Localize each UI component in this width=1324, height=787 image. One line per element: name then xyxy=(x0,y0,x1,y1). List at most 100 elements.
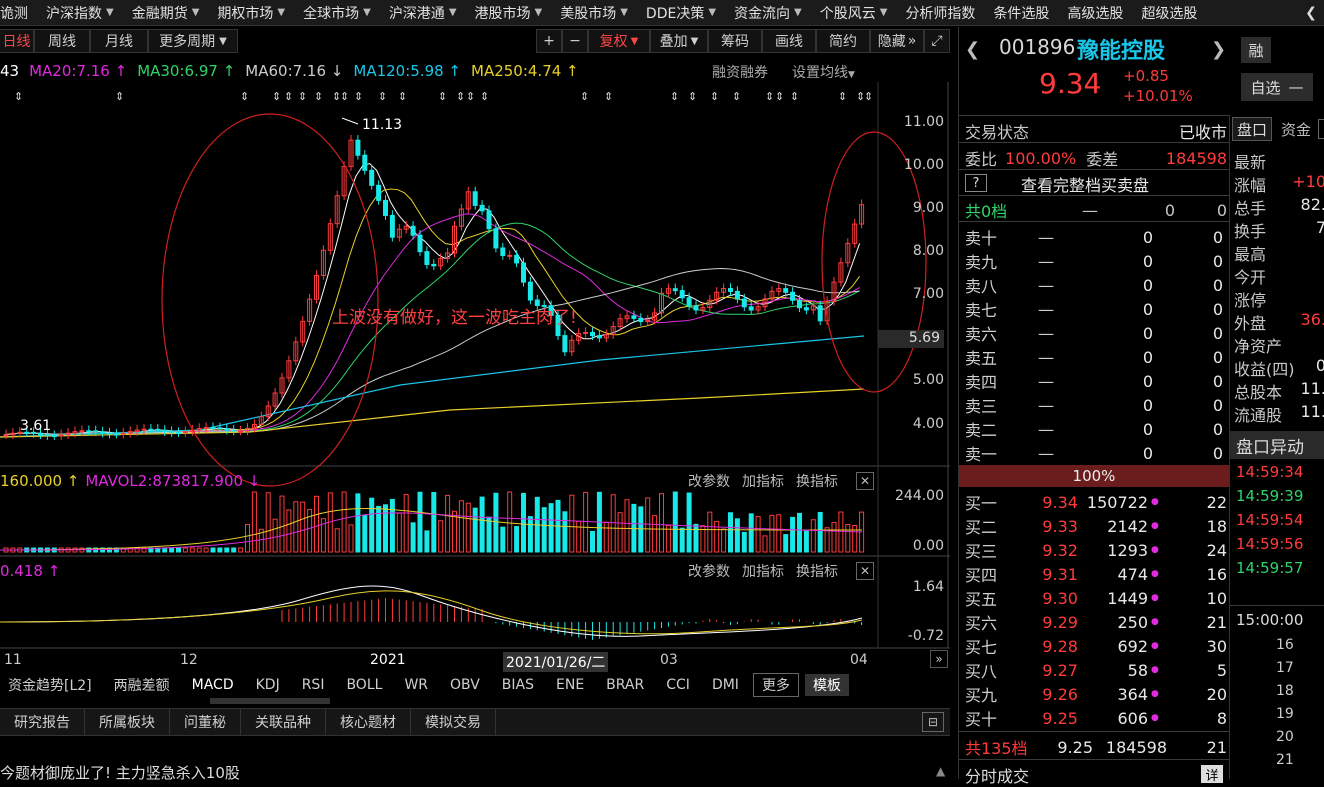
fenshi-title[interactable]: 分时成交 xyxy=(965,763,1029,787)
nav-item-9[interactable]: 资金流向 ▼ xyxy=(734,3,802,23)
buy-level-row[interactable]: 买四 9.31 474 ● 16 xyxy=(965,562,1227,586)
nav-item-5[interactable]: 沪深港通 ▼ xyxy=(389,3,457,23)
chevron-down-icon: ▼ xyxy=(363,7,371,18)
vol-gaicanshu-link[interactable]: 改参数 xyxy=(688,471,730,491)
buy-level-row[interactable]: 买六 9.29 250 ● 21 xyxy=(965,610,1227,634)
bottom-tab[interactable]: 问董秘 xyxy=(170,709,241,735)
nav-item-6[interactable]: 港股市场 ▼ xyxy=(475,3,543,23)
nav-item-1[interactable]: 沪深指数 ▼ xyxy=(46,3,114,23)
back-arrow-icon[interactable]: ❮ xyxy=(1298,0,1324,25)
bottom-tab[interactable]: 所属板块 xyxy=(85,709,170,735)
buy-level-row[interactable]: 买七 9.28 692 ● 30 xyxy=(965,634,1227,658)
nav-item-2[interactable]: 金融期货 ▼ xyxy=(132,3,200,23)
bottom-tab[interactable]: 核心题材 xyxy=(326,709,411,735)
level-label: 买九 xyxy=(965,686,998,705)
macd-jiazhibiao-link[interactable]: 加指标 xyxy=(742,561,784,581)
indicator-tab[interactable]: CCI xyxy=(658,676,698,694)
level-label: 买十 xyxy=(965,710,998,729)
bottom-tab[interactable]: 模拟交易 xyxy=(411,709,496,735)
candle-body xyxy=(217,427,223,430)
pankou-time[interactable]: 14:59:39 xyxy=(1236,487,1303,505)
nav-item-13[interactable]: 高级选股 xyxy=(1067,3,1123,23)
indicator-tab[interactable]: 模板 xyxy=(804,674,849,696)
pankou-time[interactable]: 14:59:54 xyxy=(1236,511,1303,529)
volume-bar xyxy=(576,520,582,553)
buy-level-row[interactable]: 买八 9.27 58 ● 5 xyxy=(965,658,1227,682)
indicator-tab[interactable]: BOLL xyxy=(338,676,390,694)
set-ma-link[interactable]: 设置均线▼ xyxy=(792,62,855,82)
buy-level-row[interactable]: 买三 9.32 1293 ● 24 xyxy=(965,538,1227,562)
indicator-tab[interactable]: RSI xyxy=(294,676,333,694)
sell-level-row[interactable]: 卖二 — 0 0 xyxy=(965,417,1227,441)
sell-level-row[interactable]: 卖十 — 0 0 xyxy=(965,225,1227,249)
low-label: 3.61 xyxy=(20,418,52,434)
full-book-link[interactable]: 查看完整档买卖盘 xyxy=(1021,172,1149,196)
buy-level-row[interactable]: 买九 9.26 364 ● 20 xyxy=(965,682,1227,706)
indicator-tab[interactable]: KDJ xyxy=(248,676,288,694)
kline-chart[interactable]: ⇕ ⇕ ⇕ ⇕ ⇕ ⇕ ⇕ ⇕⇕ ⇕ ⇕ ⇕ ⇕ ⇕ ⇕ ⇕ ⇕ ⇕ ⇕ ⇕ ⇕ ⇕ ⇕ ⇕ ⇕ ⇕ ⇕⇕ xyxy=(0,27,950,757)
rongzi-link[interactable]: 融资融券 xyxy=(712,62,768,82)
buy-level-row[interactable]: 买十 9.25 606 ● 8 xyxy=(965,706,1227,730)
indicator-tab[interactable]: 更多 xyxy=(752,673,799,697)
sell-level-row[interactable]: 卖八 — 0 0 xyxy=(965,273,1227,297)
indicator-tab[interactable]: BRAR xyxy=(598,676,652,694)
bottom-tab[interactable]: 研究报告 xyxy=(0,709,85,735)
news-ticker[interactable]: 今题材御庞业了! 主力竖急杀入10股 xyxy=(0,762,240,783)
tab-zijin[interactable]: 资金 xyxy=(1274,117,1318,141)
indicator-tab[interactable]: BIAS xyxy=(494,676,542,694)
sell-level-row[interactable]: 卖五 — 0 0 xyxy=(965,345,1227,369)
indicator-tab[interactable]: 两融差额 xyxy=(106,674,178,696)
buy-level-row[interactable]: 买二 9.33 2142 ● 18 xyxy=(965,514,1227,538)
help-icon[interactable]: ? xyxy=(965,174,987,192)
nav-item-14[interactable]: 超级选股 xyxy=(1141,3,1197,23)
close-icon[interactable]: ✕ xyxy=(856,562,874,580)
pankou-time[interactable]: 14:59:57 xyxy=(1236,559,1303,577)
indicator-tab[interactable]: MACD xyxy=(184,676,242,694)
nav-item-7[interactable]: 美股市场 ▼ xyxy=(560,3,628,23)
nav-item-10[interactable]: 个股风云 ▼ xyxy=(820,3,888,23)
scroll-right-icon[interactable]: » xyxy=(930,650,948,668)
sell-level-row[interactable]: 卖一 — 0 0 xyxy=(965,441,1227,465)
tab-pankou[interactable]: 盘口 xyxy=(1232,117,1272,141)
indicator-tab[interactable]: WR xyxy=(396,676,436,694)
rong-button[interactable]: 融 xyxy=(1241,37,1271,63)
indicator-tab[interactable]: OBV xyxy=(442,676,488,694)
collapse-icon[interactable]: ⊟ xyxy=(922,712,944,732)
sell-level-row[interactable]: 卖九 — 0 0 xyxy=(965,249,1227,273)
level-label: 卖一 xyxy=(965,445,998,464)
sell-total-dash: — xyxy=(1082,200,1098,220)
bottom-tab[interactable]: 关联品种 xyxy=(241,709,326,735)
pankou-time[interactable]: 14:59:34 xyxy=(1236,463,1303,481)
detail-button[interactable]: 详 xyxy=(1201,765,1223,784)
vol-legend-item: MAVOL2:873817.900 ↓ xyxy=(85,472,261,490)
nav-item-8[interactable]: DDE决策 ▼ xyxy=(646,3,716,23)
sell-level-row[interactable]: 卖七 — 0 0 xyxy=(965,297,1227,321)
sell-level-row[interactable]: 卖三 — 0 0 xyxy=(965,393,1227,417)
nav-item-3[interactable]: 期权市场 ▼ xyxy=(217,3,285,23)
nav-item-4[interactable]: 全球市场 ▼ xyxy=(303,3,371,23)
sell-level-row[interactable]: 卖六 — 0 0 xyxy=(965,321,1227,345)
macd-huanzhibiao-link[interactable]: 换指标 xyxy=(796,561,838,581)
buy-level-row[interactable]: 买五 9.30 1449 ● 10 xyxy=(965,586,1227,610)
nav-item-0[interactable]: 诡测 xyxy=(0,3,28,23)
indicator-tab[interactable]: 资金趋势[L2] xyxy=(0,674,100,696)
add-watchlist-button[interactable]: 自选 — xyxy=(1241,73,1313,101)
vol-huanzhibiao-link[interactable]: 换指标 xyxy=(796,471,838,491)
level-n: 0 xyxy=(1212,251,1223,271)
volume-bar xyxy=(521,492,526,553)
scrollbar-thumb[interactable] xyxy=(210,698,330,704)
prev-stock-icon[interactable]: ❮ xyxy=(965,39,980,60)
macd-gaicanshu-link[interactable]: 改参数 xyxy=(688,561,730,581)
pankou-time[interactable]: 14:59:56 xyxy=(1236,535,1303,553)
nav-item-12[interactable]: 条件选股 xyxy=(993,3,1049,23)
volume-bar xyxy=(645,497,651,553)
close-icon[interactable]: ✕ xyxy=(856,472,874,490)
vol-jiazhibiao-link[interactable]: 加指标 xyxy=(742,471,784,491)
nav-item-11[interactable]: 分析师指数 xyxy=(905,3,975,23)
buy-level-row[interactable]: 买一 9.34 150722 ● 22 xyxy=(965,490,1227,514)
chevron-up-icon[interactable]: ▲ xyxy=(936,764,945,778)
indicator-tab[interactable]: DMI xyxy=(704,676,747,694)
sell-level-row[interactable]: 卖四 — 0 0 xyxy=(965,369,1227,393)
next-stock-icon[interactable]: ❯ xyxy=(1211,39,1226,60)
indicator-tab[interactable]: ENE xyxy=(548,676,592,694)
